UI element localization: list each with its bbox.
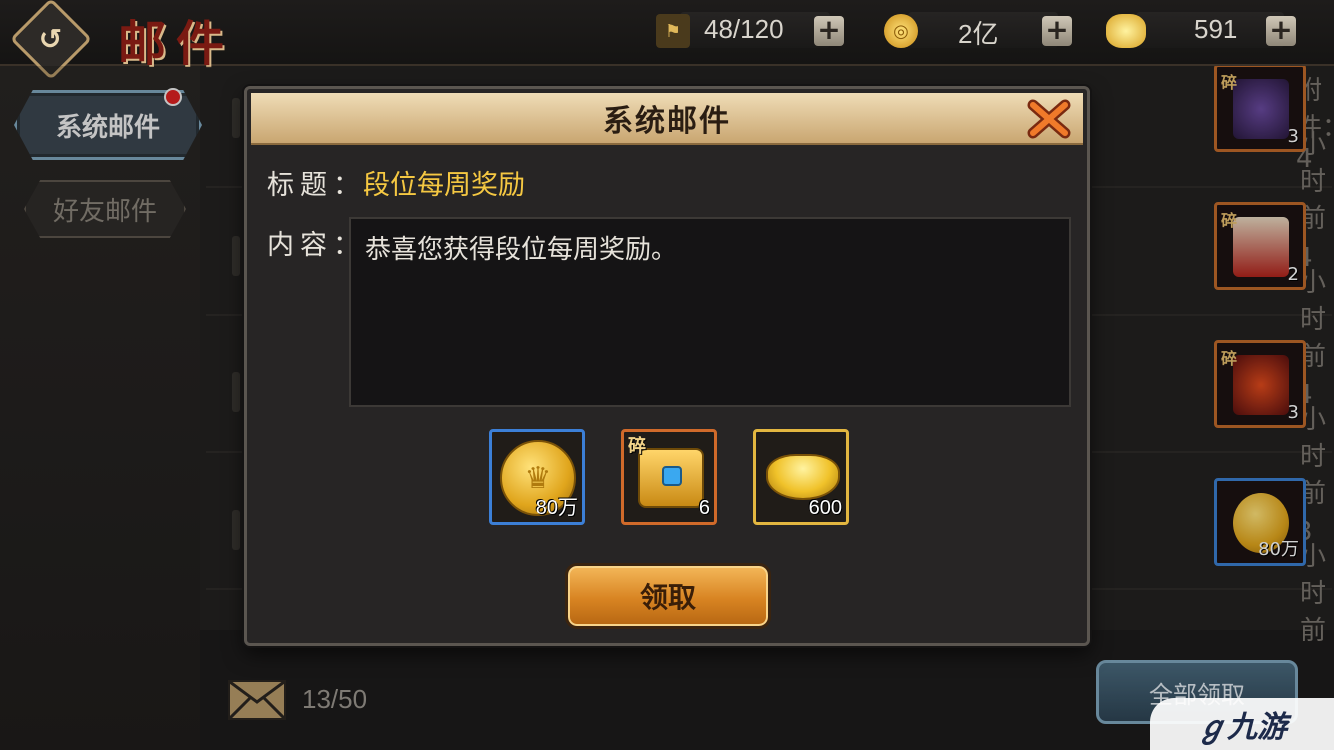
close-icon	[1027, 99, 1071, 139]
ingot-value: 591	[1194, 14, 1238, 44]
page-title: 邮件	[118, 16, 235, 72]
stamina-value: 48/120	[704, 14, 784, 44]
reward-coin[interactable]: ♛ 80万	[489, 429, 585, 525]
add-coin-button[interactable]: +	[1042, 16, 1072, 46]
ingot-counter: 591 +	[1106, 12, 1300, 50]
add-stamina-button[interactable]: +	[814, 16, 844, 46]
dialog-title: 系统邮件	[603, 104, 731, 139]
coin-counter: ◎ 2亿 +	[884, 12, 1078, 50]
back-swirl-icon: ↺	[39, 22, 63, 56]
mail-dialog: 系统邮件 标题： 段位每周奖励 内容： 恭喜您获得段位每周奖励。 ♛ 80万 碎…	[244, 86, 1090, 646]
subject-label: 标题：	[267, 170, 366, 201]
add-ingot-button[interactable]: +	[1266, 16, 1296, 46]
claim-button[interactable]: 领取	[565, 563, 771, 629]
dialog-header: 系统邮件	[251, 93, 1083, 145]
content-box: 恭喜您获得段位每周奖励。	[349, 217, 1071, 407]
chest-icon	[638, 448, 704, 508]
mail-subject: 段位每周奖励	[363, 170, 525, 201]
coin-icon: ◎	[884, 14, 918, 48]
reward-chest-shard[interactable]: 碎 6	[621, 429, 717, 525]
reward-qty: 600	[808, 497, 842, 519]
shard-tag: 碎	[628, 436, 646, 457]
reward-qty: 80万	[535, 497, 578, 519]
coin-value: 2亿	[958, 19, 999, 49]
reward-qty: 6	[698, 497, 710, 519]
ingot-icon	[766, 454, 840, 500]
watermark-logo: ℊ九游	[1150, 698, 1334, 750]
banner-icon: ⚑	[656, 14, 690, 48]
close-button[interactable]	[1025, 97, 1073, 141]
ingot-icon	[1106, 14, 1146, 48]
mail-content: 恭喜您获得段位每周奖励。	[365, 235, 678, 265]
stamina-counter: ⚑ 48/120 +	[656, 12, 846, 50]
reward-ingot[interactable]: 600	[753, 429, 849, 525]
